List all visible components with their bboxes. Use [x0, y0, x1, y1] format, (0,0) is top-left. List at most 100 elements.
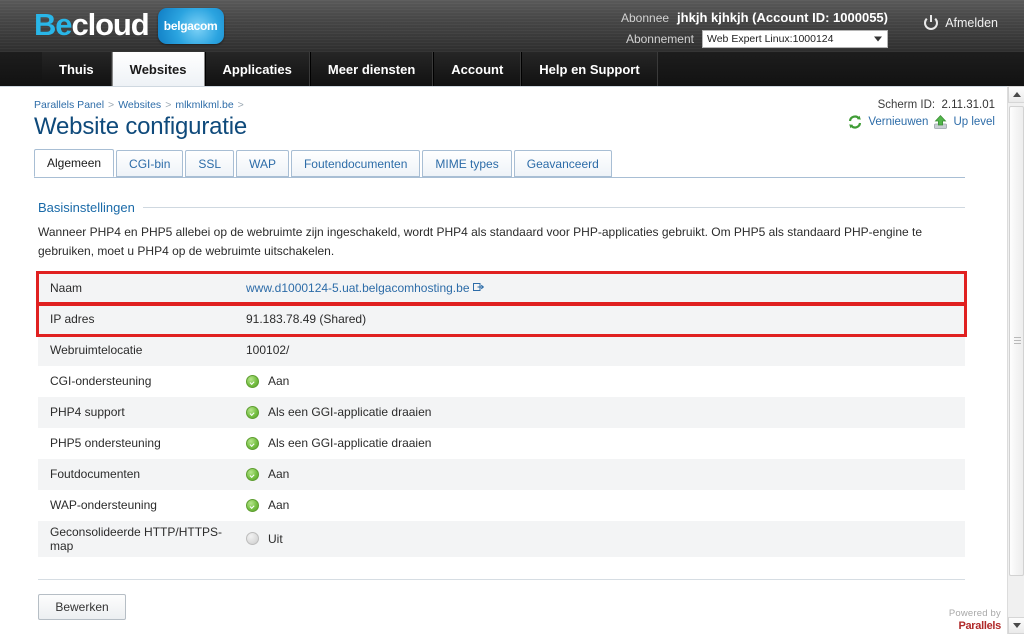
subscription-select-value: Web Expert Linux:1000124	[707, 32, 834, 45]
chevron-down-icon	[874, 36, 882, 41]
nav-tab-thuis-label: Thuis	[59, 61, 94, 77]
nav-tab-websites[interactable]: Websites	[111, 52, 205, 86]
tab-geavanceerd[interactable]: Geavanceerd	[513, 150, 612, 178]
subscriber-label: Abonnee	[621, 10, 670, 25]
refresh-link[interactable]: Vernieuwen	[868, 116, 928, 128]
nav-tab-thuis[interactable]: Thuis	[42, 52, 112, 86]
belgacom-badge-icon: belgacom	[157, 8, 224, 44]
tab-cgi-bin[interactable]: CGI-bin	[116, 150, 184, 178]
row-label-php4-support: PHP4 support	[38, 396, 238, 428]
table-row-naam: Naam www.d1000124-5.uat.belgacomhosting.…	[36, 270, 967, 306]
row-label-foutdocumenten: Foutdocumenten	[38, 458, 238, 490]
powered-by-label: Powered by	[948, 608, 1001, 620]
tab-mime-types[interactable]: MIME types	[422, 150, 512, 178]
breadcrumb-item-websites[interactable]: Websites	[118, 99, 161, 111]
status-off-icon	[246, 532, 259, 546]
tab-geavanceerd-label: Geavanceerd	[526, 156, 599, 171]
tab-algemeen[interactable]: Algemeen	[34, 149, 115, 178]
status-text: Als een GGI-applicatie draaien	[268, 405, 432, 420]
table-row-php5-ondersteuning: PHP5 ondersteuning Als een GGI-applicati…	[38, 427, 965, 459]
section-divider	[142, 207, 965, 209]
section-title: Basisinstellingen	[38, 200, 135, 216]
up-level-link[interactable]: Up level	[953, 116, 995, 128]
site-name-link[interactable]: www.d1000124-5.uat.belgacomhosting.be	[246, 281, 470, 295]
logo-text-be: Be	[34, 7, 73, 42]
nav-tab-meer-diensten-label: Meer diensten	[327, 61, 416, 77]
tab-wap-label: WAP	[249, 156, 276, 171]
row-value-wap-ondersteuning: Aan	[238, 489, 965, 521]
table-row-ip-adres: IP adres 91.183.78.49 (Shared)	[36, 301, 967, 337]
table-row-foutdocumenten: Foutdocumenten Aan	[38, 458, 965, 490]
section-header: Basisinstellingen	[38, 200, 965, 215]
row-value-php4-support: Als een GGI-applicatie draaien	[238, 396, 965, 428]
row-label-naam: Naam	[38, 272, 238, 304]
row-value-foutdocumenten: Aan	[238, 458, 965, 490]
edit-button[interactable]: Bewerken	[38, 593, 126, 620]
tab-ssl[interactable]: SSL	[185, 150, 235, 178]
content-area: Scherm ID: 2.11.31.01 Vernieuwen Up leve…	[0, 86, 1007, 634]
table-row-php4-support: PHP4 support Als een GGI-applicatie draa…	[38, 396, 965, 428]
logo-text-cloud: cloud	[71, 7, 149, 42]
screen-id-label: Scherm ID:	[877, 99, 936, 111]
row-label-webruimtelocatie: Webruimtelocatie	[38, 334, 238, 366]
top-header-bar: Becloud belgacom Abonnee jhkjh kjhkjh (A…	[0, 0, 1024, 52]
subscriber-value: jhkjh kjhkjh (Account ID: 1000055)	[677, 10, 888, 25]
main-navigation: Thuis Websites Applicaties Meer diensten…	[0, 52, 1024, 86]
breadcrumb-sep-2: >	[165, 99, 172, 111]
belgacom-badge-label: belgacom	[163, 19, 218, 33]
vertical-scrollbar[interactable]	[1007, 86, 1024, 634]
powered-by-footer: Powered by Parallels	[949, 609, 1001, 632]
subscription-select[interactable]: Web Expert Linux:1000124	[702, 29, 888, 48]
nav-tab-account[interactable]: Account	[433, 52, 522, 86]
nav-tab-help-en-support[interactable]: Help en Support	[521, 52, 658, 86]
nav-tab-applicaties[interactable]: Applicaties	[204, 52, 310, 86]
screen-id-value: 2.11.31.01	[941, 99, 995, 111]
sub-tab-bar: Algemeen CGI-bin SSL WAP Foutendocumente…	[34, 149, 965, 179]
breadcrumb: Parallels Panel > Websites > mlkmlkml.be >	[34, 99, 977, 111]
breadcrumb-item-parallels-panel[interactable]: Parallels Panel	[34, 99, 104, 111]
status-on-icon	[246, 405, 259, 419]
scroll-up-arrow-icon[interactable]	[1008, 86, 1024, 103]
tab-wap[interactable]: WAP	[236, 150, 289, 178]
status-on-icon	[246, 498, 259, 512]
nav-tab-meer-diensten[interactable]: Meer diensten	[309, 52, 434, 86]
screen-id: Scherm ID: 2.11.31.01	[848, 99, 995, 111]
logo-wordmark: Becloud	[34, 7, 150, 43]
screen-info: Scherm ID: 2.11.31.01 Vernieuwen Up leve…	[848, 99, 995, 129]
table-row-cgi-ondersteuning: CGI-ondersteuning Aan	[38, 365, 965, 397]
nav-tab-websites-label: Websites	[129, 61, 187, 77]
parallels-brand-label: Parallels	[958, 619, 1001, 632]
status-text: Als een GGI-applicatie draaien	[268, 436, 432, 451]
up-level-icon	[934, 115, 948, 129]
row-label-geconsolideerde-map: Geconsolideerde HTTP/HTTPS-map	[38, 520, 238, 557]
breadcrumb-sep-1: >	[108, 99, 115, 111]
row-value-cgi-ondersteuning: Aan	[238, 365, 965, 397]
breadcrumb-sep-3: >	[237, 99, 244, 111]
row-value-naam: www.d1000124-5.uat.belgacomhosting.be	[238, 272, 965, 304]
table-row-wap-ondersteuning: WAP-ondersteuning Aan	[38, 489, 965, 521]
scroll-down-arrow-icon[interactable]	[1008, 617, 1024, 634]
table-row-geconsolideerde-http-https-map: Geconsolideerde HTTP/HTTPS-map Uit	[38, 520, 965, 557]
external-link-icon	[472, 281, 484, 292]
status-text: Aan	[268, 374, 290, 389]
row-label-wap-ondersteuning: WAP-ondersteuning	[38, 489, 238, 521]
row-value-webruimtelocatie: 100102/	[238, 334, 965, 366]
scrollbar-thumb[interactable]	[1009, 106, 1024, 576]
logout-button[interactable]: Afmelden	[924, 15, 998, 30]
scrollbar-grip-icon	[1014, 337, 1021, 345]
subscription-label: Abonnement	[625, 31, 694, 46]
content-divider	[38, 578, 965, 580]
section-description: Wanneer PHP4 en PHP5 allebei op de webru…	[38, 225, 923, 258]
tab-algemeen-label: Algemeen	[47, 156, 102, 171]
breadcrumb-item-domain[interactable]: mlkmlkml.be	[175, 99, 233, 111]
tab-cgi-bin-label: CGI-bin	[129, 156, 171, 171]
tab-foutendocumenten-label: Foutendocumenten	[303, 156, 408, 171]
row-value-php5-ondersteuning: Als een GGI-applicatie draaien	[238, 427, 965, 459]
status-text: Aan	[268, 498, 290, 513]
power-icon	[924, 15, 939, 30]
brand-logo[interactable]: Becloud belgacom	[34, 4, 224, 48]
tab-foutendocumenten[interactable]: Foutendocumenten	[290, 150, 421, 178]
properties-table: Naam www.d1000124-5.uat.belgacomhosting.…	[36, 270, 967, 557]
nav-tab-help-label: Help en Support	[539, 61, 640, 77]
table-row-webruimtelocatie: Webruimtelocatie 100102/	[38, 334, 965, 366]
